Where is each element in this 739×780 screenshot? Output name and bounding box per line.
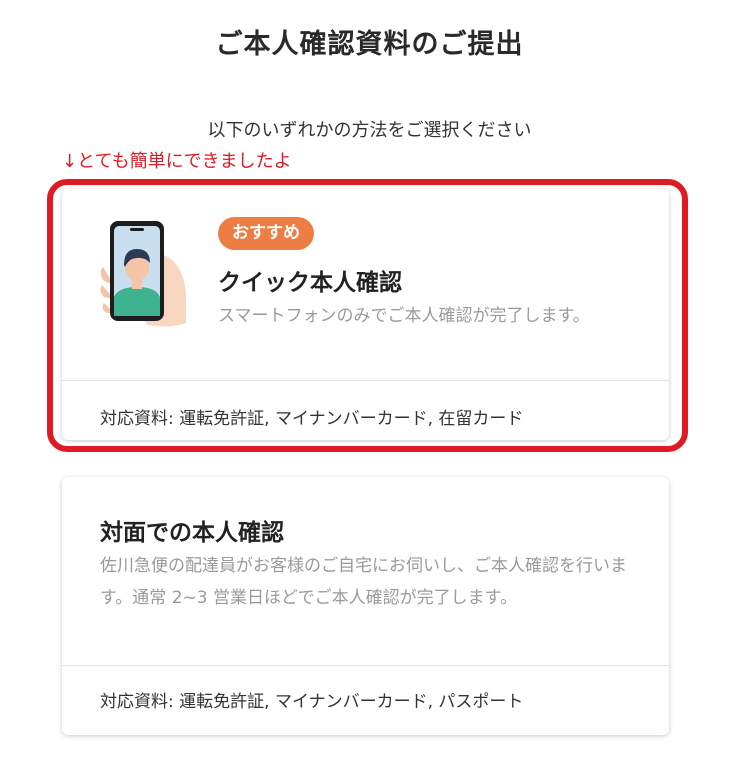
quick-verification-option[interactable]: おすすめ クイック本人確認 スマートフォンのみでご本人確認が完了します。 対応資… (62, 189, 669, 440)
quick-supported-documents: 対応資料: 運転免許証, マイナンバーカード, 在留カード (100, 409, 524, 429)
in-person-verification-option[interactable]: 対面での本人確認 佐川急便の配達員がお客様のご自宅にお伺いし、ご本人確認を行いま… (62, 477, 669, 735)
in-person-verification-title: 対面での本人確認 (100, 520, 284, 546)
card-divider (62, 665, 669, 666)
page-title: ご本人確認資料のご提出 (215, 29, 524, 60)
card-divider (62, 380, 669, 381)
in-person-supported-documents: 対応資料: 運転免許証, マイナンバーカード, パスポート (100, 692, 524, 712)
annotation-note: ↓とても簡単にできましたよ (62, 151, 292, 172)
smartphone-selfie-icon (98, 215, 198, 335)
page-subtitle: 以下のいずれかの方法をご選択ください (207, 120, 532, 141)
recommended-badge: おすすめ (218, 217, 314, 250)
quick-verification-title: クイック本人確認 (218, 270, 402, 296)
in-person-verification-description: 佐川急便の配達員がお客様のご自宅にお伺いし、ご本人確認を行います。通常 2~3 … (100, 556, 627, 608)
quick-verification-description: スマートフォンのみでご本人確認が完了します。 (218, 306, 590, 326)
